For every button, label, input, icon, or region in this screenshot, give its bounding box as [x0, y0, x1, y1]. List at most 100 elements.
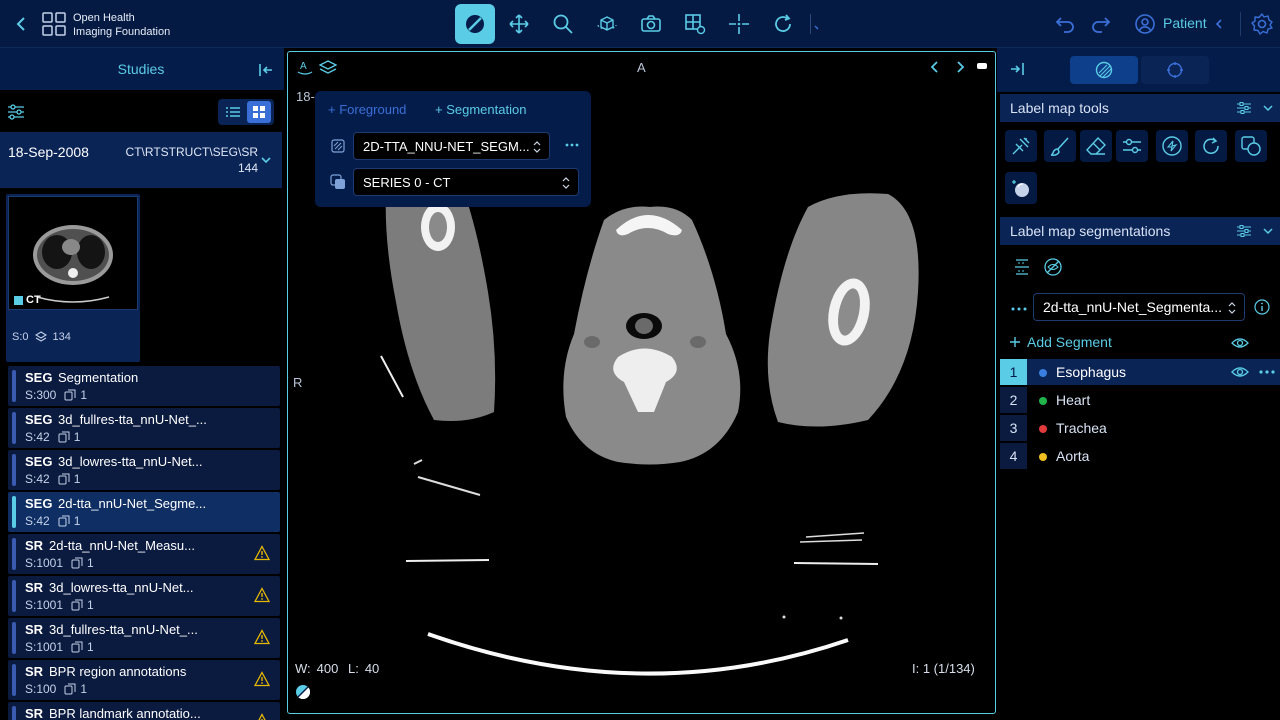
chevron-down-icon[interactable] [1262, 102, 1274, 114]
series-list-item[interactable]: SEG 3d_lowres-tta_nnU-Net... S:42 1 [8, 450, 280, 490]
eraser-tool-button[interactable] [1080, 130, 1112, 162]
undo-icon[interactable] [1053, 12, 1077, 36]
segmentation-config-icon[interactable] [1012, 257, 1032, 277]
add-foreground-button[interactable]: + Foreground [328, 102, 406, 117]
marker-tool-button[interactable] [1005, 130, 1037, 162]
capture-button[interactable] [631, 4, 671, 44]
segment-visibility-eye-icon[interactable] [1231, 365, 1249, 379]
grid-view-button[interactable] [247, 101, 271, 123]
series-number: S:42 [25, 472, 50, 486]
segmentation-panel: Label map tools Label map segmentations … [997, 48, 1280, 720]
series-list-item[interactable]: SR 2d-tta_nnU-Net_Measu... S:1001 1 [8, 534, 280, 574]
list-view-button[interactable] [221, 102, 245, 122]
next-image-icon[interactable] [953, 59, 967, 75]
interpolate-tool-button[interactable] [1156, 130, 1188, 162]
segment-more-options-icon[interactable] [1258, 369, 1276, 375]
level-label: L: [347, 661, 359, 676]
orientation-left-marker: R [293, 375, 303, 390]
layout-button[interactable] [675, 4, 715, 44]
series-list-item[interactable]: SR 3d_fullres-tta_nnU-Net_... S:1001 1 [8, 618, 280, 658]
segment-row[interactable]: 4 Aorta [1000, 443, 1280, 469]
segment-row[interactable]: 1 Esophagus [1000, 359, 1280, 385]
redo-icon[interactable] [1089, 12, 1113, 36]
series-number: S:1001 [25, 556, 64, 570]
pan-button[interactable] [499, 4, 539, 44]
warning-icon[interactable] [254, 713, 270, 720]
more-tools-chevron-icon[interactable] [812, 16, 822, 32]
segment-row[interactable]: 3 Trachea [1000, 415, 1280, 441]
more-options-icon[interactable] [565, 138, 579, 152]
overlay-segmentation-select[interactable]: 2D-TTA_NNU-NET_SEGM... [353, 132, 550, 160]
series-meta: S:42 1 [25, 514, 80, 528]
series-list-item[interactable]: SEG 2d-tta_nnU-Net_Segme... S:42 1 [8, 492, 280, 532]
shapes-tool-button[interactable] [1235, 130, 1267, 162]
study-row[interactable]: 18-Sep-2008 CT\RTSTRUCT\SEG\SR 144 [0, 132, 282, 188]
instances-icon [71, 599, 83, 611]
warning-icon[interactable] [254, 629, 270, 645]
3d-rotate-button[interactable] [587, 4, 627, 44]
settings-sliders-icon[interactable] [1236, 223, 1252, 239]
series-list-item[interactable]: SR 3d_lowres-tta_nnU-Net... S:1001 1 [8, 576, 280, 616]
collapse-panel-icon[interactable] [256, 60, 276, 80]
chevron-down-icon[interactable] [260, 154, 272, 166]
series-list-item[interactable]: SEG Segmentation S:300 1 [8, 366, 280, 406]
segmentation-overlay-icon[interactable]: A [296, 59, 314, 77]
segmentation-indicator-icon[interactable] [295, 684, 311, 700]
layers-icon[interactable] [318, 59, 338, 77]
series-instance-count: 1 [87, 556, 94, 570]
series-thumbnail[interactable]: CT S:0 134 [6, 194, 140, 362]
patient-info-button[interactable]: Patient [1163, 15, 1207, 31]
series-list-item[interactable]: SR BPR landmark annotatio... [8, 702, 280, 720]
segmentation-tool-button[interactable] [455, 4, 495, 44]
patient-icon[interactable] [1133, 12, 1157, 36]
sphere-tool-button[interactable] [1005, 172, 1037, 204]
select-caret-icon [1228, 302, 1236, 314]
study-filter-icon[interactable] [6, 102, 26, 122]
chevron-down-icon[interactable] [1262, 225, 1274, 237]
tab-measurements[interactable] [1141, 56, 1209, 84]
series-modality: SEG [25, 412, 53, 427]
grid-icon [253, 106, 265, 118]
add-segmentation-button[interactable]: + Segmentation [435, 102, 526, 117]
series-list-item[interactable]: SEG 3d_fullres-tta_nnU-Net_... S:42 1 [8, 408, 280, 448]
instances-icon [58, 431, 70, 443]
hide-all-segments-icon[interactable] [1043, 257, 1063, 277]
instances-icon [34, 331, 47, 342]
active-segmentation-select[interactable]: 2d-tta_nnU-Net_Segmenta... [1033, 293, 1245, 321]
region-grow-tool-button[interactable] [1195, 130, 1227, 162]
series-modality: SEG [25, 454, 53, 469]
orientation-top-marker: A [637, 60, 646, 75]
previous-image-icon[interactable] [928, 59, 942, 75]
instances-icon [58, 515, 70, 527]
zoom-button[interactable] [543, 4, 583, 44]
threshold-tool-button[interactable] [1116, 130, 1148, 162]
label-map-tools-section-header[interactable]: Label map tools [1000, 94, 1280, 122]
settings-sliders-icon[interactable] [1236, 100, 1252, 116]
warning-icon[interactable] [254, 671, 270, 687]
info-icon[interactable] [1254, 299, 1270, 315]
toggle-all-visibility-eye-icon[interactable] [1231, 336, 1249, 350]
add-segment-button[interactable]: Add Segment [1009, 334, 1112, 350]
warning-icon[interactable] [254, 545, 270, 561]
series-list-item[interactable]: SR BPR region annotations S:100 1 [8, 660, 280, 700]
chevron-left-icon[interactable] [1212, 12, 1226, 36]
segment-row[interactable]: 2 Heart [1000, 387, 1280, 413]
series-layer-icon [330, 174, 345, 189]
tab-segmentation[interactable] [1070, 56, 1138, 84]
reset-button[interactable] [763, 4, 803, 44]
brush-tool-button[interactable] [1044, 130, 1076, 162]
back-icon[interactable] [12, 14, 32, 34]
brush-icon [1050, 137, 1069, 156]
study-modalities: CT\RTSTRUCT\SEG\SR [125, 145, 258, 159]
overlay-series-select[interactable]: SERIES 0 - CT [353, 168, 579, 196]
viewport[interactable]: A A R 18- + Foreground + Segmentation 2D… [287, 51, 996, 714]
segmentation-more-icon[interactable] [1011, 305, 1027, 313]
viewport-status-icon [977, 63, 987, 69]
expand-panel-icon[interactable] [1007, 59, 1027, 79]
series-modality: SEG [25, 370, 53, 385]
settings-gear-icon[interactable] [1250, 12, 1274, 36]
label-map-segmentations-section-header[interactable]: Label map segmentations [1000, 217, 1280, 245]
series-description: 2d-tta_nnU-Net_Segme... [58, 496, 207, 511]
crosshairs-button[interactable] [719, 4, 759, 44]
warning-icon[interactable] [254, 587, 270, 603]
